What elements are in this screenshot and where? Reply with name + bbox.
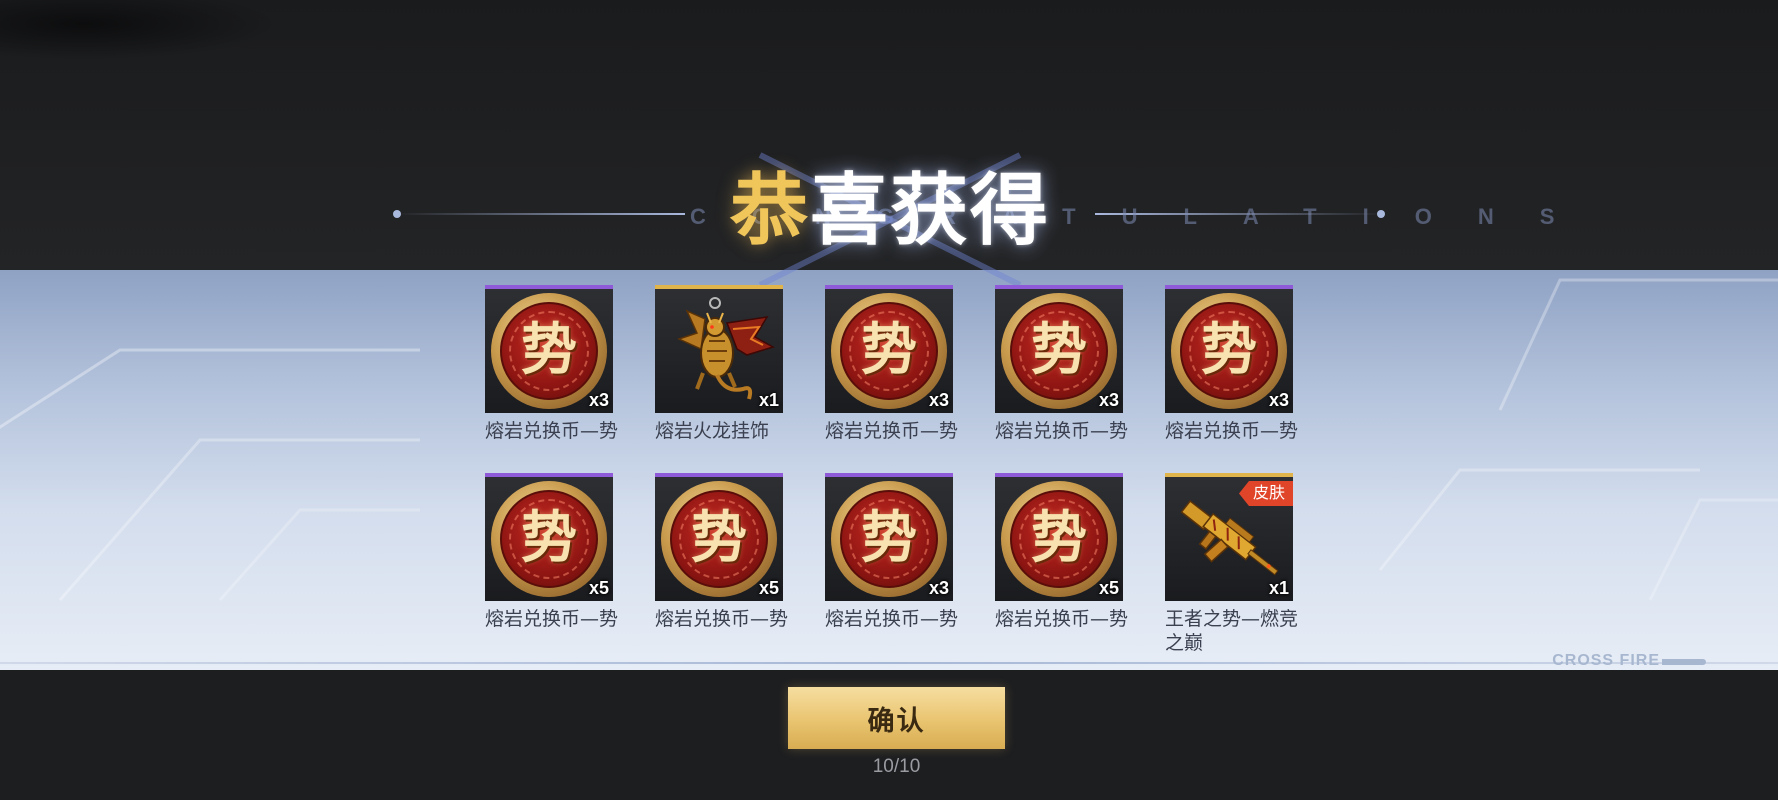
crossfire-watermark: CROSS FIRE [1552,652,1660,669]
reward-tile: 势 x3 [825,285,953,413]
bullet-icon [1662,659,1706,665]
reward-name: 熔岩兑换币—势 [995,420,1129,442]
reward-item[interactable]: 势 x3 熔岩兑换币—势 [825,285,958,443]
reward-quantity: x5 [1098,578,1119,598]
top-left-shadow [0,0,280,60]
reward-tile: 势 x5 [485,473,613,601]
reward-tile: 势 x3 [825,473,953,601]
title-rule-dot-left [393,210,401,218]
reward-item[interactable]: 皮肤 x1 王者之势—燃竞之巅 [1165,473,1298,655]
reward-tile: 势 x5 [995,473,1123,601]
reward-tile: 势 x3 [995,285,1123,413]
page-title: 恭喜获得 [700,166,1080,256]
reward-name: 王者之势—燃竞之巅 [1165,608,1299,654]
reward-name: 熔岩兑换币—势 [825,420,959,442]
reward-quantity: x3 [588,390,609,410]
reward-quantity: x1 [1268,578,1289,598]
reward-tile: 势 x3 [1165,285,1293,413]
reward-name: 熔岩兑换币—势 [485,608,619,630]
reward-quantity: x5 [758,578,779,598]
reward-tile: 势 x5 [655,473,783,601]
title-highlight-char: 恭 [729,166,810,256]
reward-name: 熔岩兑换币—势 [655,608,789,630]
reward-progress-counter: 10/10 [872,756,921,777]
reward-tile: 皮肤 x1 [1165,473,1293,601]
reward-item[interactable]: 势 x3 熔岩兑换币—势 [825,473,958,631]
reward-item[interactable]: 势 x5 熔岩兑换币—势 [655,473,788,631]
reward-tile: x1 [655,285,783,413]
reward-quantity: x1 [758,390,779,410]
reward-name: 熔岩兑换币—势 [995,608,1129,630]
reward-name: 熔岩火龙挂饰 [655,420,770,442]
reward-name: 熔岩兑换币—势 [485,420,619,442]
reward-quantity: x3 [1268,390,1289,410]
reward-item[interactable]: 势 x5 熔岩兑换币—势 [485,473,618,631]
reward-quantity: x3 [928,578,949,598]
reward-item[interactable]: 势 x5 熔岩兑换币—势 [995,473,1128,631]
reward-quantity: x5 [588,578,609,598]
title-text: 喜获得 [810,166,1051,256]
reward-name: 熔岩兑换币—势 [825,608,959,630]
reward-quantity: x3 [1098,390,1119,410]
panel-bottom-line [0,662,1778,664]
reward-item[interactable]: 势 x3 熔岩兑换币—势 [485,285,618,443]
reward-item[interactable]: 势 x3 熔岩兑换币—势 [1165,285,1298,443]
reward-tile: 势 x3 [485,285,613,413]
reward-quantity: x3 [928,390,949,410]
reward-name: 熔岩兑换币—势 [1165,420,1299,442]
reward-item[interactable]: x1 熔岩火龙挂饰 [655,285,783,443]
confirm-button[interactable]: 确认 [788,687,1005,749]
reward-item[interactable]: 势 x3 熔岩兑换币—势 [995,285,1128,443]
skin-badge: 皮肤 [1238,481,1293,506]
title-rule-left [395,213,685,215]
